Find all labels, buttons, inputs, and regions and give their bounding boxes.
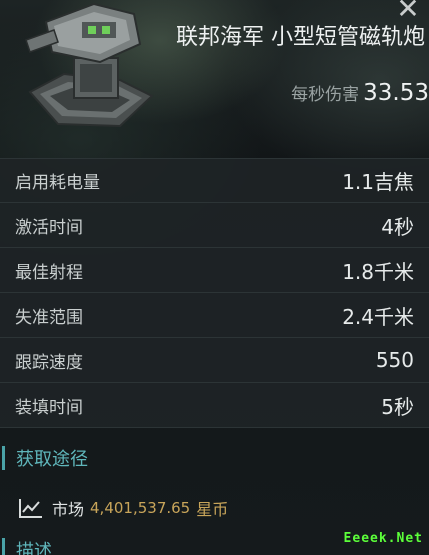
item-header: ✕ 联邦海军 小型短管磁轨炮 每秒伤害 33.53: [0, 0, 429, 158]
attribute-value: 550: [375, 348, 414, 372]
close-button[interactable]: ✕: [393, 0, 423, 24]
market-currency: 星币: [196, 500, 229, 519]
watermark-text: Eeeek.Net: [343, 531, 423, 546]
attribute-label: 启用耗电量: [15, 173, 100, 193]
dps-display: 每秒伤害 33.53: [291, 80, 429, 106]
attribute-label: 失准范围: [15, 307, 83, 328]
dps-value: 33.53: [363, 80, 429, 106]
section-accent-bar: [2, 446, 5, 470]
attribute-row-reload-time: 装填时间 5秒: [0, 383, 429, 428]
attribute-label: 装填时间: [15, 397, 83, 418]
market-label: 市场: [52, 500, 85, 519]
attribute-row-activation-cost: 启用耗电量 1.1吉焦: [0, 158, 429, 203]
dps-label: 每秒伤害: [291, 85, 360, 105]
attribute-row-activation-time: 激活时间 4秒: [0, 203, 429, 248]
item-title: 联邦海军 小型短管磁轨炮: [176, 25, 425, 50]
acquire-section-header: 获取途径: [0, 440, 429, 476]
line-chart-icon: [19, 499, 42, 518]
attribute-row-tracking-speed: 跟踪速度 550: [0, 338, 429, 383]
market-price: 4,401,537.65: [90, 499, 191, 517]
attribute-row-optimal-range: 最佳射程 1.8千米: [0, 248, 429, 293]
attribute-label: 激活时间: [15, 217, 83, 238]
close-icon[interactable]: ✕: [396, 0, 419, 25]
acquire-section-title: 获取途径: [16, 449, 88, 470]
attribute-row-falloff: 失准范围 2.4千米: [0, 293, 429, 338]
attribute-value: 2.4千米: [342, 304, 414, 329]
attribute-value: 1.1吉焦: [342, 170, 414, 194]
attribute-value: 4秒: [381, 214, 414, 239]
attribute-value: 5秒: [381, 394, 414, 419]
attribute-value: 1.8千米: [342, 259, 414, 284]
attribute-label: 跟踪速度: [15, 352, 83, 373]
section-accent-bar: [2, 538, 5, 555]
attribute-label: 最佳射程: [15, 262, 83, 283]
attribute-list: 启用耗电量 1.1吉焦 激活时间 4秒 最佳射程 1.8千米 失准范围 2.4千…: [0, 158, 429, 428]
turret-image: [25, 2, 154, 128]
market-link[interactable]: 市场 4,401,537.65 星币: [0, 488, 429, 528]
description-section-title: 描述: [16, 541, 52, 555]
